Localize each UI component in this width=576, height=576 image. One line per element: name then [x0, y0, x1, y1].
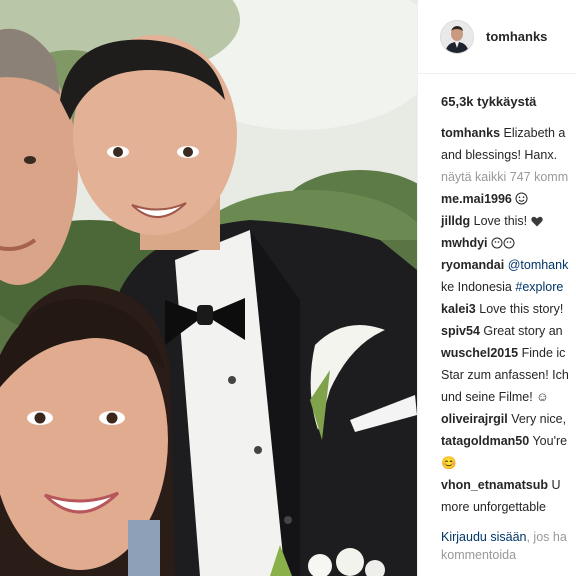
likes-count[interactable]: 65,3k tykkäystä: [418, 74, 576, 109]
comment-username[interactable]: me.mai1996: [441, 192, 512, 206]
comment-mention[interactable]: @tomhank: [508, 258, 569, 272]
comment-username[interactable]: oliveirajrgil: [441, 412, 508, 426]
comment-username[interactable]: ryomandai: [441, 258, 504, 272]
comment-username[interactable]: kalei3: [441, 302, 476, 316]
comment-row: kalei3 Love this story!: [441, 300, 576, 319]
comments-list: tomhanks Elizabeth a and blessings! Hanx…: [418, 109, 576, 517]
comment-row: mwhdyi: [441, 234, 576, 253]
comment-row: jilldg Love this!: [441, 212, 576, 231]
comment-username[interactable]: wuschel2015: [441, 346, 518, 360]
heart-icon: [530, 216, 543, 227]
caption-text: Elizabeth a: [503, 126, 566, 140]
caption-username[interactable]: tomhanks: [441, 126, 500, 140]
post-header: tomhanks: [418, 0, 576, 74]
post-photo[interactable]: [0, 0, 417, 576]
comment-username[interactable]: mwhdyi: [441, 236, 488, 250]
view-all-comments-link[interactable]: näytä kaikki 747 komm: [441, 168, 576, 187]
login-prompt-text: , jos ha: [526, 530, 567, 544]
comment-continuation: ke Indonesia #explore: [441, 278, 576, 297]
comment-text: Love this!: [473, 214, 528, 228]
comment-text: Love this story!: [479, 302, 564, 316]
selfie-photo-illustration: [0, 0, 417, 576]
eyes-emoji-icon: [491, 237, 515, 249]
comment-row: ryomandai @tomhank: [441, 256, 576, 275]
comment-text: Very nice,: [511, 412, 567, 426]
comment-continuation: more unforgettable: [441, 500, 546, 514]
comment-text: You're: [532, 434, 568, 448]
caption-continuation: and blessings! Hanx.: [441, 148, 558, 162]
comment-row: vhon_etnamatsub U: [441, 476, 576, 495]
comment-text: U: [551, 478, 561, 492]
instagram-post: tomhanks 65,3k tykkäystä tomhanks Elizab…: [0, 0, 576, 576]
caption: tomhanks Elizabeth a: [441, 124, 576, 143]
avatar[interactable]: [440, 19, 474, 54]
comment-hashtag[interactable]: #explore: [515, 280, 563, 294]
smiley-icon: [515, 192, 528, 205]
avatar-image: [441, 20, 473, 53]
comment-continuation: 😊: [441, 456, 457, 470]
login-prompt-text-line2: kommentoida: [441, 548, 517, 562]
comment-username[interactable]: vhon_etnamatsub: [441, 478, 548, 492]
header-username[interactable]: tomhanks: [486, 29, 547, 44]
comment-continuation: und seine Filme! ☺: [441, 390, 549, 404]
comment-text: Great story an: [483, 324, 563, 338]
login-prompt: Kirjaudu sisään, jos ha kommentoida: [441, 528, 567, 564]
comment-continuation: Star zum anfassen! Ich: [441, 368, 569, 382]
comment-username[interactable]: spiv54: [441, 324, 480, 338]
comment-username[interactable]: tatagoldman50: [441, 434, 529, 448]
comment-row: me.mai1996: [441, 190, 576, 209]
comment-username[interactable]: jilldg: [441, 214, 470, 228]
comment-row: spiv54 Great story an: [441, 322, 576, 341]
comment-text: Finde ic: [521, 346, 566, 360]
comment-row: oliveirajrgil Very nice,: [441, 410, 576, 429]
comment-text: ke Indonesia: [441, 280, 512, 294]
login-link[interactable]: Kirjaudu sisään: [441, 530, 526, 544]
comment-row: wuschel2015 Finde ic: [441, 344, 576, 363]
post-sidebar: tomhanks 65,3k tykkäystä tomhanks Elizab…: [417, 0, 576, 576]
comment-row: tatagoldman50 You're: [441, 432, 576, 451]
